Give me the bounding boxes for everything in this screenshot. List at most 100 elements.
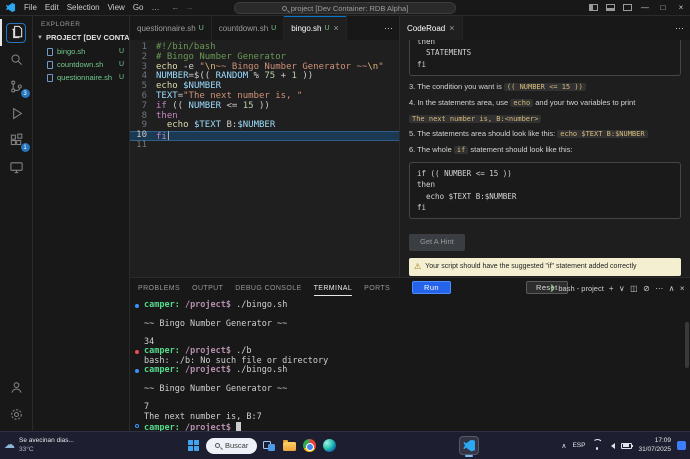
vscode-taskbar-button-active[interactable] xyxy=(459,436,480,455)
file-item[interactable]: countdown.sh U xyxy=(33,58,129,71)
notification-badge[interactable] xyxy=(677,441,686,450)
tab-countdown.sh[interactable]: countdown.sh U xyxy=(211,16,285,40)
kill-icon[interactable]: ⊘ xyxy=(643,284,650,293)
search-icon xyxy=(215,443,220,448)
screen: File Edit Selection View Go… ← → project [De… xyxy=(0,0,690,459)
terminal[interactable]: camper: /project$ ./bingo.sh ~~ Bingo Num… xyxy=(130,298,690,431)
close-icon[interactable]: × xyxy=(334,23,339,33)
editor-group: questionnaire.sh Ucountdown.sh Ubingo.sh U ×… xyxy=(130,16,400,277)
menu-go[interactable]: Go xyxy=(129,3,148,12)
git-status-badge: U xyxy=(118,48,124,55)
task-view-button[interactable] xyxy=(261,438,277,454)
battery-icon[interactable] xyxy=(621,442,634,449)
clock[interactable]: 17:09 31/07/2025 xyxy=(638,437,671,455)
tab-bingo.sh[interactable]: bingo.sh U × xyxy=(284,16,347,40)
more-actions-icon[interactable]: ⋯ xyxy=(675,23,684,34)
weather-widget[interactable]: ☁ Se avecinan dias... 33°C xyxy=(4,437,74,454)
step-text: and your two variables to print xyxy=(533,97,636,107)
menu-file[interactable]: File xyxy=(20,3,41,12)
code-line: 11 xyxy=(130,140,399,151)
split-icon[interactable]: ◫ xyxy=(630,284,638,293)
command-center[interactable]: project [Dev Container: RDB Alpha] xyxy=(234,2,456,14)
file-explorer-button[interactable] xyxy=(281,438,297,454)
git-status-badge: U xyxy=(118,74,124,81)
activity-remote-explorer[interactable] xyxy=(0,154,33,181)
chrome-button[interactable] xyxy=(301,438,317,454)
maximize-icon[interactable]: ∧ xyxy=(669,284,675,293)
language-indicator[interactable]: ESP xyxy=(572,442,585,449)
nav-forward-icon[interactable]: → xyxy=(185,3,193,12)
file-list: bingo.sh Ucountdown.sh Uquestionnaire.sh U xyxy=(33,45,129,84)
tray-expand-icon[interactable]: ∧ xyxy=(561,442,566,450)
step-text: 4. In the statements area, use xyxy=(409,97,511,107)
start-button[interactable] xyxy=(186,438,202,454)
file-name: countdown.sh xyxy=(57,60,104,69)
warning-icon: ⚠ xyxy=(414,262,422,271)
code-editor[interactable]: 1 #!/bin/bash 2 # Bingo Number Generator 3 ec… xyxy=(130,40,399,277)
more-actions-icon[interactable]: ⋯ xyxy=(384,23,393,34)
more-icon[interactable]: ⋯ xyxy=(655,284,663,293)
menu-more[interactable]: … xyxy=(147,3,163,12)
run-button[interactable]: Run xyxy=(412,281,451,294)
close-icon[interactable]: × xyxy=(449,23,454,33)
file-item[interactable]: questionnaire.sh U xyxy=(33,71,129,84)
activity-explorer[interactable] xyxy=(0,19,33,46)
file-item[interactable]: bingo.sh U xyxy=(33,45,129,58)
terminal-controls: ❯ bash - project + ∨ ◫ ⊘ ⋯ ∧ × xyxy=(550,278,686,298)
customize-layout-icon[interactable] xyxy=(623,4,632,11)
activity-source-control[interactable]: 3 xyxy=(0,73,33,100)
editor-actions: ⋯ xyxy=(378,16,399,40)
volume-icon[interactable] xyxy=(608,442,616,449)
weather-icon: ☁ xyxy=(4,439,15,451)
terminal-scrollbar[interactable] xyxy=(685,322,689,368)
close-icon[interactable]: × xyxy=(680,284,685,293)
maximize-button[interactable]: □ xyxy=(654,0,672,16)
dropdown-icon[interactable]: ∨ xyxy=(619,284,625,293)
activity-accounts[interactable] xyxy=(0,374,33,401)
step-text: 6. The whole xyxy=(409,145,454,155)
terminal-line: ~~ Bingo Number Generator ~~ xyxy=(144,318,288,329)
activity-search[interactable] xyxy=(0,46,33,73)
menu-edit[interactable]: Edit xyxy=(41,3,63,12)
code-line: 10 fi xyxy=(130,130,399,142)
toggle-panel-icon[interactable] xyxy=(606,4,615,11)
taskbar-search[interactable]: Buscar xyxy=(206,437,258,454)
terminal-picker[interactable]: ❯ bash - project xyxy=(550,284,604,293)
file-name: questionnaire.sh xyxy=(57,73,113,82)
menu-selection[interactable]: Selection xyxy=(63,3,104,12)
get-hint-button[interactable]: Get A Hint xyxy=(409,234,465,251)
minimize-button[interactable]: — xyxy=(636,0,654,16)
command-decoration xyxy=(135,303,139,308)
new-terminal-icon[interactable]: + xyxy=(609,284,614,293)
panel-tab-output[interactable]: OUTPUT xyxy=(192,281,223,296)
window-title: project [Dev Container: RDB Alpha] xyxy=(290,3,409,13)
tab-coderoad[interactable]: CodeRoad × xyxy=(400,16,463,40)
panel-tab-ports[interactable]: PORTS xyxy=(364,281,390,296)
command-decoration xyxy=(135,424,139,429)
activity-settings[interactable] xyxy=(0,401,33,428)
coderoad-tabbar: CodeRoad × ⋯ xyxy=(400,16,690,40)
gear-icon xyxy=(6,405,26,425)
activity-run-debug[interactable] xyxy=(0,100,33,127)
panel-tab-terminal[interactable]: TERMINAL xyxy=(313,281,353,296)
panel-tab-problems[interactable]: PROBLEMS xyxy=(138,281,180,296)
tab-questionnaire.sh[interactable]: questionnaire.sh U xyxy=(130,16,212,40)
tab-label: bingo.sh xyxy=(291,23,322,33)
taskbar-center: Buscar xyxy=(186,436,480,455)
project-section-header[interactable]: ▼ PROJECT [DEV CONTAINER: RDB ALPHA] xyxy=(33,31,129,45)
nav-back-icon[interactable]: ← xyxy=(171,3,179,12)
edge-button[interactable] xyxy=(321,438,337,454)
tutorial-step: 6. The whole if statement should look li… xyxy=(409,145,681,156)
code-line: 9 echo $TEXT B:$NUMBER xyxy=(130,120,399,131)
panel-tab-debug-console[interactable]: DEBUG CONSOLE xyxy=(235,281,301,296)
wifi-icon[interactable] xyxy=(591,442,602,450)
close-button[interactable]: × xyxy=(672,0,690,16)
toggle-sidebar-icon[interactable] xyxy=(589,4,598,11)
extensions-badge: 1 xyxy=(20,143,30,152)
tutorial-step: 3. The condition you want is (( NUMBER <… xyxy=(409,82,681,93)
menu-view[interactable]: View xyxy=(104,3,129,12)
terminal-icon: ❯ xyxy=(549,285,556,292)
activity-extensions[interactable]: 1 xyxy=(0,127,33,154)
explorer-sidebar: EXPLORER ▼ PROJECT [DEV CONTAINER: RDB A… xyxy=(33,16,130,431)
